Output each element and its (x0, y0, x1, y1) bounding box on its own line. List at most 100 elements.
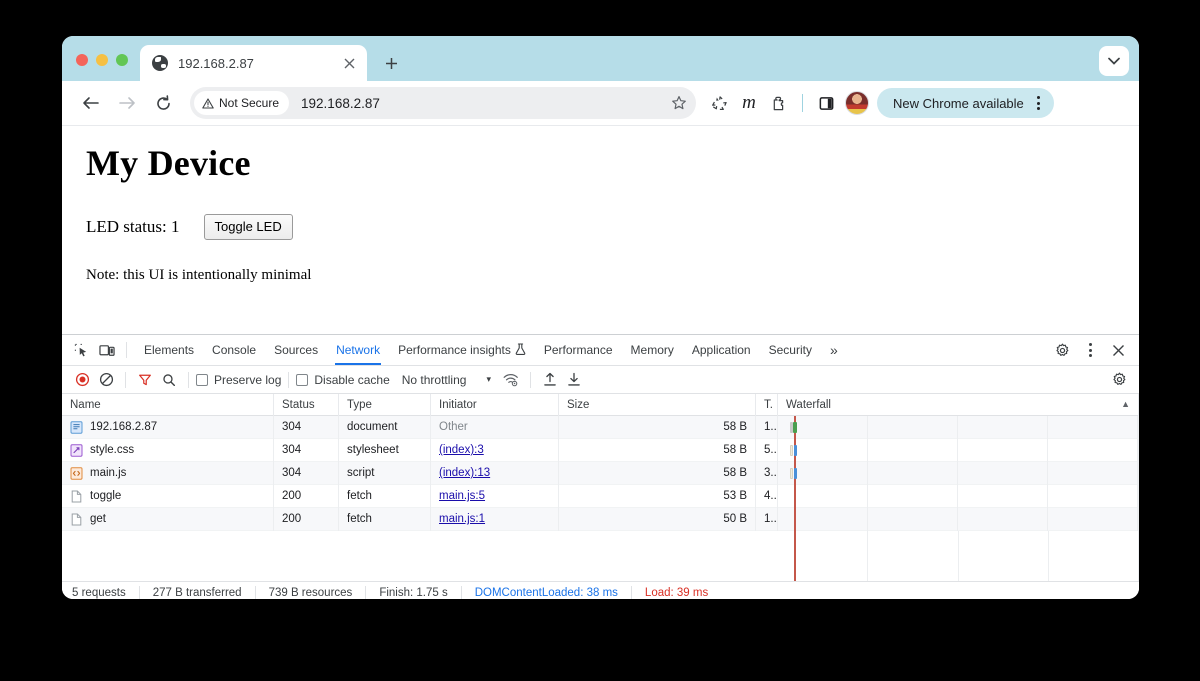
tab-label: Memory (630, 343, 674, 357)
table-row[interactable]: 192.168.2.87 304 document Other 58 B 1.. (62, 415, 1139, 439)
browser-tab[interactable]: 192.168.2.87 (140, 45, 367, 81)
kebab-menu-icon[interactable] (1030, 96, 1048, 110)
request-name-cell[interactable]: main.js (62, 461, 274, 485)
network-settings-gear-icon[interactable] (1107, 368, 1131, 392)
search-icon[interactable] (157, 368, 181, 392)
toggle-led-button[interactable]: Toggle LED (203, 214, 293, 240)
security-status-chip[interactable]: Not Secure (194, 91, 290, 115)
filter-icon[interactable] (133, 368, 157, 392)
tab-network[interactable]: Network (327, 335, 389, 365)
initiator-link[interactable]: main.js:1 (439, 513, 485, 525)
wifi-settings-icon[interactable] (499, 368, 523, 392)
column-header-time[interactable]: T. (756, 394, 778, 416)
tab-label: Performance insights (398, 343, 511, 357)
tab-performance-insights[interactable]: Performance insights (389, 335, 535, 365)
tab-application[interactable]: Application (683, 335, 760, 365)
table-row[interactable]: style.css 304 stylesheet (index):3 58 B … (62, 438, 1139, 462)
column-header-waterfall[interactable]: Waterfall ▲ (778, 394, 1139, 416)
toolbar-divider (529, 371, 531, 388)
kebab-menu-icon[interactable] (1077, 338, 1103, 362)
disable-cache-checkbox[interactable]: Disable cache (296, 373, 390, 387)
close-icon[interactable] (1105, 338, 1131, 362)
request-initiator[interactable]: main.js:5 (431, 484, 559, 508)
column-header-size[interactable]: Size (559, 394, 756, 416)
tab-console[interactable]: Console (203, 335, 265, 365)
reload-button[interactable] (148, 88, 178, 118)
request-initiator[interactable]: (index):3 (431, 438, 559, 462)
throttling-value: No throttling (401, 372, 467, 387)
dom-content-loaded-marker (794, 507, 796, 531)
request-initiator[interactable]: main.js:1 (431, 507, 559, 531)
request-time: 3.. (756, 461, 778, 485)
tab-sources[interactable]: Sources (265, 335, 327, 365)
tab-label: Elements (144, 343, 195, 357)
close-tab-button[interactable] (339, 53, 359, 73)
request-status: 304 (274, 461, 339, 485)
tabbar-divider (126, 342, 127, 358)
tab-elements[interactable]: Elements (135, 335, 203, 365)
column-header-name[interactable]: Name (62, 394, 274, 416)
record-button[interactable] (70, 368, 94, 392)
led-status-row: LED status: 1 Toggle LED (86, 214, 1115, 240)
upload-icon[interactable] (538, 368, 562, 392)
column-header-type[interactable]: Type (339, 394, 431, 416)
table-row[interactable]: toggle 200 fetch main.js:5 53 B 4.. (62, 484, 1139, 508)
tab-search-button[interactable] (1099, 46, 1129, 76)
waterfall-gridlines (778, 507, 1138, 531)
preserve-log-checkbox[interactable]: Preserve log (196, 373, 281, 387)
request-name-cell[interactable]: style.css (62, 438, 274, 462)
back-button[interactable] (76, 88, 106, 118)
column-header-status[interactable]: Status (274, 394, 339, 416)
network-toolbar: Preserve log Disable cache No throttling… (62, 366, 1139, 394)
tab-performance[interactable]: Performance (535, 335, 622, 365)
minimize-window-button[interactable] (96, 54, 108, 66)
side-panel-icon[interactable] (811, 88, 841, 118)
toolbar-divider (288, 371, 290, 388)
device-toolbar-icon[interactable] (94, 338, 120, 362)
initiator-link[interactable]: (index):3 (439, 444, 484, 456)
page-note: Note: this UI is intentionally minimal (86, 266, 312, 283)
star-icon[interactable] (666, 90, 692, 116)
tab-security[interactable]: Security (760, 335, 821, 365)
request-name: main.js (90, 467, 127, 479)
gear-icon[interactable] (1049, 338, 1075, 362)
request-status: 200 (274, 507, 339, 531)
dom-content-loaded-marker (794, 531, 796, 581)
devtools-panel: Elements Console Sources Network Perform… (62, 334, 1139, 599)
tab-memory[interactable]: Memory (622, 335, 683, 365)
request-initiator[interactable]: (index):13 (431, 461, 559, 485)
forward-button[interactable] (112, 88, 142, 118)
initiator-link[interactable]: main.js:5 (439, 490, 485, 502)
initiator-link[interactable]: (index):13 (439, 467, 490, 479)
network-request-table: Name Status Type Initiator Size T. Water… (62, 394, 1139, 581)
table-row[interactable]: main.js 304 script (index):13 58 B 3.. (62, 461, 1139, 485)
inspect-element-icon[interactable] (68, 338, 94, 362)
recycle-icon[interactable] (704, 88, 734, 118)
url-text: 192.168.2.87 (301, 95, 380, 111)
clear-icon[interactable] (94, 368, 118, 392)
checkbox-box[interactable] (196, 373, 208, 386)
address-bar[interactable]: Not Secure 192.168.2.87 (190, 87, 696, 119)
avatar[interactable] (845, 91, 869, 115)
request-name-cell[interactable]: get (62, 507, 274, 531)
request-name-cell[interactable]: toggle (62, 484, 274, 508)
puzzle-icon[interactable] (764, 88, 794, 118)
maximize-window-button[interactable] (116, 54, 128, 66)
chevron-down-icon[interactable]: ▾ (486, 374, 491, 385)
waterfall-cell (778, 438, 1139, 462)
table-row[interactable]: get 200 fetch main.js:1 50 B 1.. (62, 507, 1139, 531)
waterfall-bar (790, 467, 793, 479)
download-icon[interactable] (562, 368, 586, 392)
column-header-initiator[interactable]: Initiator (431, 394, 559, 416)
tabs-overflow-button[interactable]: » (821, 335, 847, 365)
checkbox-box[interactable] (296, 373, 309, 386)
request-status: 200 (274, 484, 339, 508)
request-name-cell[interactable]: 192.168.2.87 (62, 415, 274, 439)
request-time: 4.. (756, 484, 778, 508)
throttling-dropdown[interactable]: No throttling ▾ (402, 373, 491, 387)
extension-m-icon[interactable]: m (734, 88, 764, 118)
new-tab-button[interactable] (377, 49, 405, 77)
request-time: 1.. (756, 507, 778, 531)
close-window-button[interactable] (76, 54, 88, 66)
update-chrome-button[interactable]: New Chrome available (877, 88, 1054, 118)
